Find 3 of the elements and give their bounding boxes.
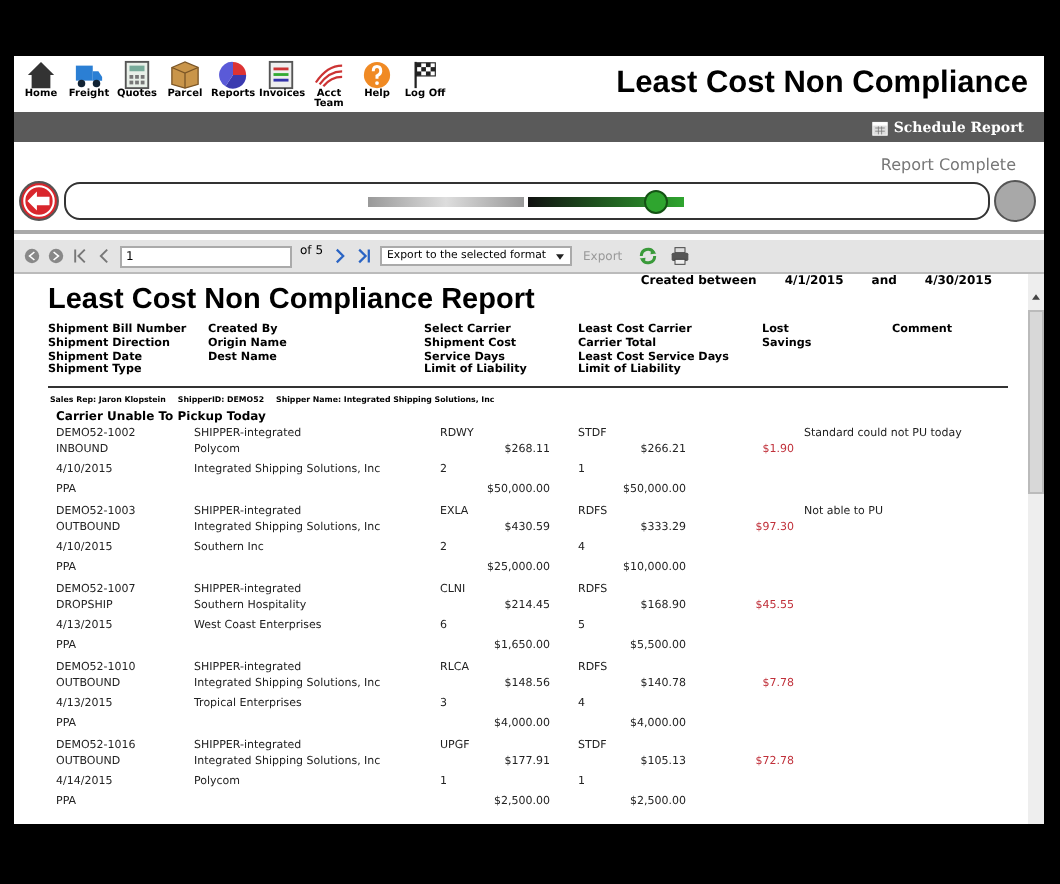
status-text: Report Complete bbox=[878, 156, 1018, 176]
report-title: Least Cost Non Compliance Report bbox=[48, 286, 537, 316]
page-title: Least Cost Non Compliance bbox=[616, 66, 1028, 102]
